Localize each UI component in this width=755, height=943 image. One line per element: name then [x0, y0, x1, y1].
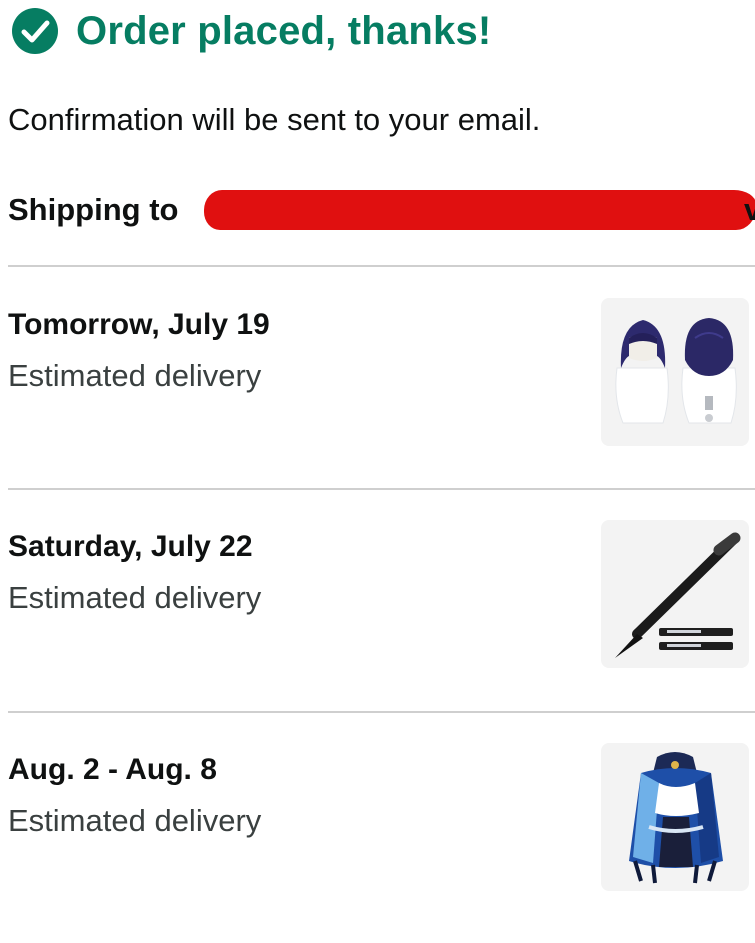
delivery-date: Tomorrow, July 19 [8, 308, 270, 341]
delivery-group: Aug. 2 - Aug. 8 Estimated delivery [8, 743, 755, 943]
delivery-group: Tomorrow, July 19 Estimated delivery [8, 298, 755, 498]
delivery-date: Saturday, July 22 [8, 530, 253, 563]
delivery-date: Aug. 2 - Aug. 8 [8, 753, 217, 786]
estimated-delivery-label: Estimated delivery [8, 580, 262, 615]
shipping-address-tail: v [744, 192, 755, 227]
order-confirmation-header: Order placed, thanks! [10, 6, 491, 56]
confirmation-message: Confirmation will be sent to your email. [8, 102, 541, 137]
blue-costume-product-image[interactable] [601, 743, 749, 891]
black-brush-pen-product-image[interactable] [601, 520, 749, 668]
purple-wig-product-image[interactable] [601, 298, 749, 446]
shipping-address-row: Shipping to v [8, 190, 755, 238]
divider [8, 488, 755, 490]
divider [8, 265, 755, 267]
shipping-label: Shipping to [8, 192, 179, 227]
redacted-address [204, 190, 755, 230]
estimated-delivery-label: Estimated delivery [8, 358, 262, 393]
page-title: Order placed, thanks! [76, 8, 492, 53]
estimated-delivery-label: Estimated delivery [8, 803, 262, 838]
check-circle-icon [12, 8, 58, 54]
divider [8, 711, 755, 713]
delivery-group: Saturday, July 22 Estimated delivery [8, 520, 755, 720]
